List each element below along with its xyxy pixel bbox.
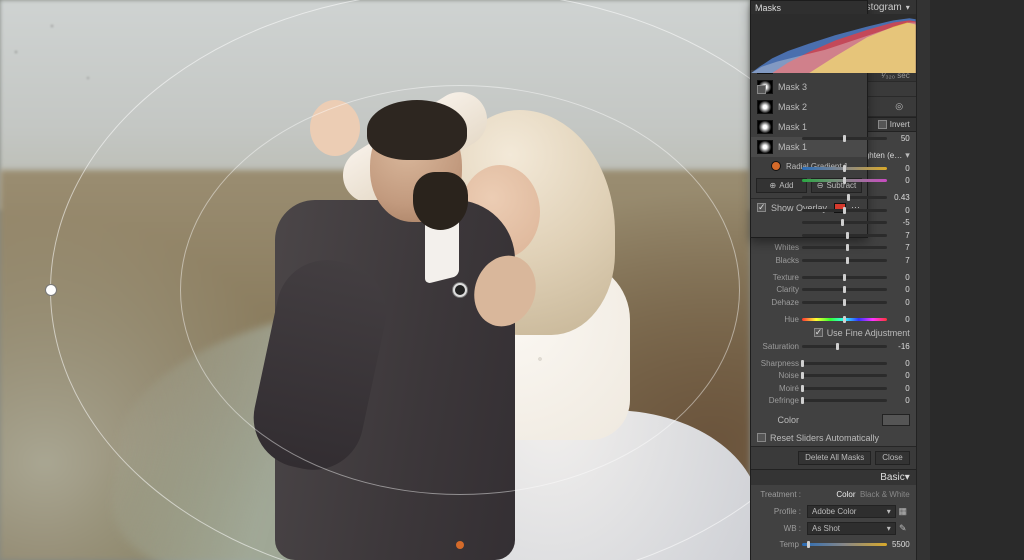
blacks-slider[interactable] [802,259,887,262]
texture-row: Texture0 [757,272,910,283]
basic-temp-slider[interactable] [802,543,887,546]
wb-row: WB : As Shot▾ ✎ [757,522,910,536]
fine-adjustment-checkbox[interactable] [814,328,823,337]
chevron-down-icon: ▾ [887,507,891,516]
contrast-slider[interactable] [802,209,887,212]
fine-adjustment-row: Use Fine Adjustment [757,326,910,339]
reset-sliders-row: Reset Sliders Automatically [757,430,910,443]
close-button[interactable]: Close [875,451,909,465]
mask-thumb-icon [757,100,773,114]
chevron-down-icon: ▾ [906,3,910,12]
redeye2-icon[interactable]: ◎ [892,100,906,114]
basic-temp-row: Temp5500 [757,539,910,550]
mask-label: Mask 2 [778,102,807,112]
profile-browser-icon[interactable]: ▦ [896,506,910,517]
invert-checkbox[interactable] [878,120,887,129]
hue-slider[interactable] [802,318,887,321]
defringe-row: Defringe0 [757,395,910,406]
feather-slider[interactable] [802,137,887,140]
add-icon: ⊕ [770,181,777,190]
clarity-row: Clarity0 [757,284,910,295]
delete-all-masks-button[interactable]: Delete All Masks [798,451,871,465]
sharpness-row: Sharpness0 [757,358,910,369]
treatment-row: Treatment : Color Black & White [757,488,910,502]
photo-preview [0,0,750,560]
basic-panel-header[interactable]: Basic▾ [751,469,916,485]
mask-label: Mask 1 [778,122,807,132]
panel-scrollbar[interactable] [916,0,930,560]
saturation-slider[interactable] [802,345,887,348]
wb-picker-icon[interactable]: ✎ [896,523,910,534]
mask-item[interactable]: Mask 2 [751,97,867,117]
whites-slider[interactable] [802,246,887,249]
mask-label: Mask 3 [778,82,807,92]
chevron-down-icon: ▾ [905,150,910,161]
wb-dropdown[interactable]: As Shot▾ [807,522,896,535]
treatment-color[interactable]: Color [836,490,855,499]
clarity-slider[interactable] [802,288,887,291]
chevron-down-icon: ▾ [905,472,910,483]
profile-row: Profile : Adobe Color▾ ▦ [757,505,910,519]
histogram-graph[interactable] [751,14,916,70]
whites-row: Whites7 [757,242,910,253]
texture-slider[interactable] [802,276,887,279]
exposure-slider[interactable] [802,196,887,199]
defringe-slider[interactable] [802,399,887,402]
radial-gradient-icon [771,161,781,171]
profile-dropdown[interactable]: Adobe Color▾ [807,505,896,518]
blacks-row: Blacks7 [757,255,910,266]
basic-panel: Treatment : Color Black & White Profile … [751,485,916,553]
treatment-bw[interactable]: Black & White [860,490,910,499]
color-row: Color [757,412,910,428]
noise-slider[interactable] [802,374,887,377]
mask-label: Mask 1 [778,142,807,152]
photo-canvas[interactable] [0,0,750,560]
mask-thumb-icon [757,120,773,134]
dehaze-slider[interactable] [802,301,887,304]
masks-panel-title[interactable]: Masks [751,1,867,15]
mask-item[interactable]: Mask 1 [751,117,867,137]
dehaze-row: Dehaze0 [757,297,910,308]
mask-thumb-icon [757,140,773,154]
moire-slider[interactable] [802,387,887,390]
mask-item-selected[interactable]: Mask 1 [751,137,867,157]
saturation-row: Saturation-16 [757,341,910,352]
highlights-slider[interactable] [802,221,887,224]
shadows-slider[interactable] [802,234,887,237]
tint-slider[interactable] [802,179,887,182]
subtract-icon: ⊖ [817,181,824,190]
mask-item[interactable]: Mask 3 [751,77,867,97]
show-overlay-checkbox[interactable] [757,203,766,212]
temp-slider[interactable] [802,167,887,170]
sharpness-slider[interactable] [802,362,887,365]
reset-sliders-checkbox[interactable] [757,433,766,442]
hue-row: Hue0 [757,314,910,325]
color-swatch-button[interactable] [882,414,910,426]
moire-row: Moiré0 [757,383,910,394]
checkbox-icon [757,85,766,94]
mask-add-button[interactable]: ⊕Add [756,178,807,193]
chevron-down-icon: ▾ [887,524,891,533]
noise-row: Noise0 [757,370,910,381]
